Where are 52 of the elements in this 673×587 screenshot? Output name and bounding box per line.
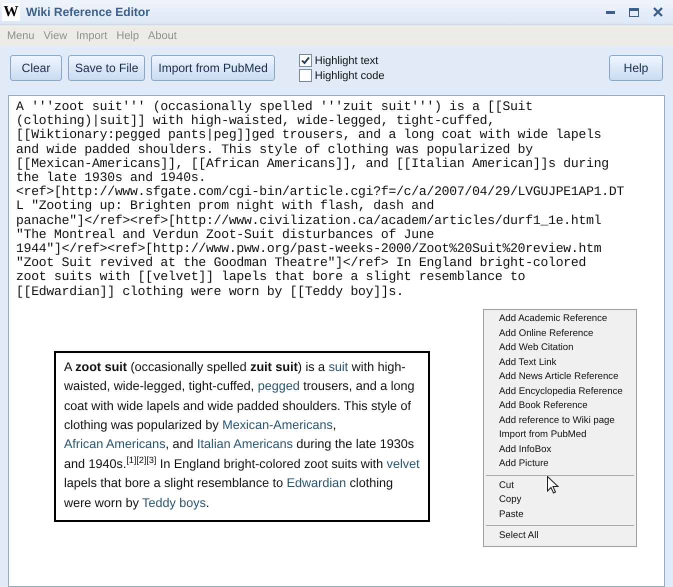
wiki-link[interactable]: Italian Americans: [197, 437, 293, 452]
code-line: [[Mexican-Americans]], [[African Americans]], and [[Italian American]]s during: [16, 156, 610, 172]
toolbar-button[interactable]: Save to File: [68, 55, 146, 81]
wiki-link[interactable]: velvet: [386, 456, 420, 471]
toolbar-button[interactable]: Clear: [10, 55, 62, 81]
checkbox[interactable]: [298, 54, 312, 67]
code-line: zoot suits with [[velvet]] lapels that bore a slight resemblance to: [16, 270, 526, 285]
code-line: "Zoot Suit revived at the Goodman Theatre"]</ref> In England bright-colored: [16, 256, 588, 270]
context-menu-item[interactable]: Add News Article Reference: [484, 370, 636, 384]
context-menu-item[interactable]: Add Online Reference: [484, 326, 636, 341]
context-menu-item[interactable]: Add Picture: [484, 457, 636, 472]
code-line: the late 1930s and 1940s.: [16, 171, 208, 186]
code-line: panache"]</ref><ref>[http://www.civilization.ca/academ/articles/durf1_1e.html: [16, 214, 602, 228]
context-menu-item[interactable]: Cut: [484, 478, 636, 493]
wiki-link[interactable]: pegged: [258, 379, 300, 394]
window-title: Wiki Reference Editor: [26, 5, 151, 19]
checkbox-label: Highlight text: [314, 54, 378, 66]
code-line: [[Edwardian]] clothing were worn by [[Teddy boy]]s.: [16, 284, 405, 299]
wiki-link[interactable]: Edwardian: [286, 476, 346, 490]
wiki-link[interactable]: suit: [328, 360, 348, 374]
context-menu-item[interactable]: Add Academic Reference: [484, 312, 636, 326]
context-menu-item[interactable]: Paste: [484, 508, 636, 522]
minimize-icon[interactable]: [606, 10, 615, 14]
wiki-link[interactable]: Mexican-Americans: [222, 418, 333, 432]
app-logo: W: [2, 3, 20, 21]
code-line: "The Montreal and Verdun Zoot-Suit disturbances of June: [16, 228, 434, 242]
checkbox-label: Highlight code: [314, 70, 384, 82]
context-menu-item[interactable]: Add reference to Wiki page: [484, 414, 636, 428]
context-menu-item[interactable]: Copy: [484, 493, 636, 508]
code-line: <ref>[http://www.sfgate.com/cgi-bin/article.cgi?f=/c/a/2007/04/29/LVGUJPE1AP1.DT: [16, 185, 626, 200]
wiki-link[interactable]: Teddy boys: [142, 496, 206, 510]
context-menu-item[interactable]: Import from PubMed: [484, 428, 636, 442]
context-menu-item[interactable]: Add InfoBox: [484, 442, 636, 457]
close-icon[interactable]: [653, 7, 663, 17]
context-menu-item[interactable]: Add Encyclopedia Reference: [484, 384, 636, 399]
help-button[interactable]: Help: [609, 55, 663, 81]
context-menu-item[interactable]: Add Web Citation: [484, 341, 636, 356]
code-line: and wide padded shoulders. This style of clothing was popularized by: [16, 142, 534, 157]
code-line: (clothing)|suit]] with high-waisted, wide-legged, tight-cuffed,: [16, 114, 496, 128]
checkbox[interactable]: [298, 69, 312, 82]
toolbar-button[interactable]: Import from PubMed: [151, 55, 275, 81]
code-line: L "Zooting up: Brighten prom night with flash, dash and: [16, 199, 436, 214]
context-menu-item[interactable]: Select All: [484, 529, 636, 544]
mouse-pointer-icon: [547, 476, 559, 494]
wiki-link[interactable]: African Americans: [64, 437, 166, 452]
context-menu-item[interactable]: Add Book Reference: [484, 399, 636, 414]
article-preview: A zoot suit (occasionally spelled zuit suit) is a suit with high-waisted, wide-legged, tight-cuffed, pegged trousers, and a long coat with wide lapels and wide padded shoulders. This style of clothing was popularized by Mexican-Americans, African Americans, and Italian Americans during the late 1930s and 1940s.$^{[1][2][3]}$ In England bright-colored zoot suits with velvet lapels that bore a slight resemblance to Edwardian clothing were worn by Teddy boys.: [54, 350, 430, 522]
code-line: [[Wiktionary:pegged pants|peg]]ged trousers, and a long coat with wide lapels: [16, 128, 602, 143]
code-line: 1944"]</ref><ref>[http://www.pww.org/past-weeks-2000/Zoot%20Suit%20review.htm: [16, 242, 602, 256]
maximize-icon[interactable]: [629, 8, 639, 16]
context-menu-item[interactable]: Add Text Link: [484, 356, 636, 370]
code-line: A '''zoot suit''' (occasionally spelled '''zuit suit''') is a [[Suit: [16, 100, 534, 114]
